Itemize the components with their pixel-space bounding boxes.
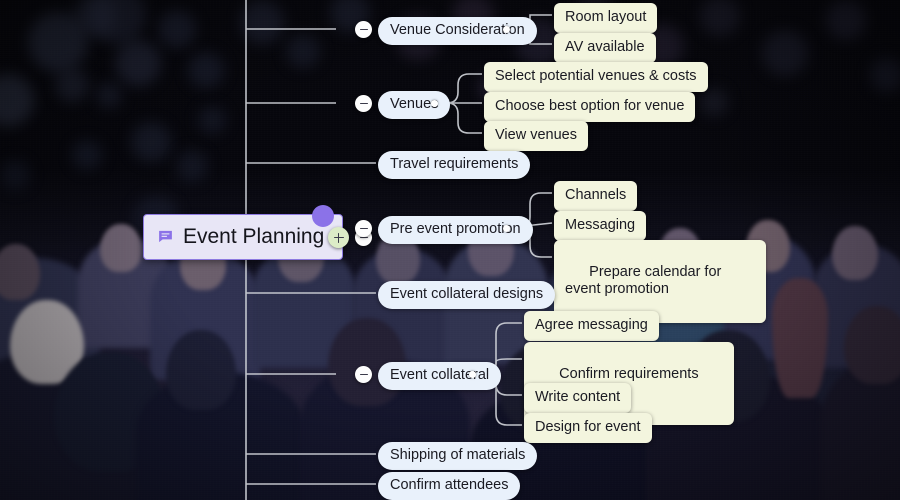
drag-handle[interactable] xyxy=(312,205,334,227)
leaf-node-view-venues[interactable]: View venues xyxy=(484,121,588,151)
collapse-button-venues[interactable] xyxy=(355,95,372,112)
leaf-label: View venues xyxy=(495,127,577,143)
leaf-node-channels[interactable]: Channels xyxy=(554,181,638,211)
branch-node-confirm-attendees[interactable]: Confirm attendees xyxy=(378,472,521,500)
mindmap-canvas[interactable]: Event Planning Venue Consideration Room … xyxy=(0,0,900,500)
root-label: Event Planning xyxy=(183,225,325,248)
leaf-label: Room layout xyxy=(565,9,647,25)
collapse-button-venue-consideration[interactable] xyxy=(355,21,372,38)
branch-node-shipping-of-materials[interactable]: Shipping of materials xyxy=(378,442,538,470)
leaf-label: Prepare calendar for event promotion xyxy=(565,263,726,298)
leaf-label: Channels xyxy=(565,187,627,203)
leaf-node-messaging[interactable]: Messaging xyxy=(554,211,647,241)
leaf-label: Agree messaging xyxy=(535,317,648,333)
branch-node-venues[interactable]: Venues xyxy=(378,91,451,119)
add-child-button[interactable] xyxy=(328,227,349,248)
branch-node-venue-consideration[interactable]: Venue Consideration xyxy=(378,17,537,45)
leaf-label: Messaging xyxy=(565,217,636,233)
branch-label: Event collateral designs xyxy=(390,286,544,302)
chat-bubble-icon xyxy=(159,231,172,243)
leaf-node-write-content[interactable]: Write content xyxy=(524,383,632,413)
branch-label: Travel requirements xyxy=(390,156,519,172)
junction-dot xyxy=(503,225,510,232)
branch-node-event-collateral-designs[interactable]: Event collateral designs xyxy=(378,281,556,309)
branch-label: Confirm attendees xyxy=(390,477,509,493)
mindmap-nodes[interactable]: Event Planning Venue Consideration Room … xyxy=(0,0,900,500)
leaf-node-av-available[interactable]: AV available xyxy=(554,33,656,63)
branch-label: Shipping of materials xyxy=(390,447,526,463)
leaf-label: Design for event xyxy=(535,419,641,435)
leaf-label: AV available xyxy=(565,39,645,55)
branch-node-event-collateral[interactable]: Event collateral xyxy=(378,362,502,390)
branch-label: Pre event promotion xyxy=(390,221,521,237)
collapse-button-pre-event-promotion[interactable] xyxy=(355,220,372,237)
leaf-label: Write content xyxy=(535,389,621,405)
leaf-node-design-for-event[interactable]: Design for event xyxy=(524,413,652,443)
junction-dot xyxy=(431,100,438,107)
leaf-label: Choose best option for venue xyxy=(495,98,685,114)
leaf-node-room-layout[interactable]: Room layout xyxy=(554,3,658,33)
collapse-button-event-collateral[interactable] xyxy=(355,366,372,383)
leaf-label: Select potential venues & costs xyxy=(495,68,697,84)
junction-dot xyxy=(503,26,510,33)
branch-node-travel-requirements[interactable]: Travel requirements xyxy=(378,151,531,179)
junction-dot xyxy=(469,371,476,378)
leaf-node-choose-best-option[interactable]: Choose best option for venue xyxy=(484,92,696,122)
leaf-node-select-potential-venues[interactable]: Select potential venues & costs xyxy=(484,62,708,92)
leaf-node-agree-messaging[interactable]: Agree messaging xyxy=(524,311,659,341)
